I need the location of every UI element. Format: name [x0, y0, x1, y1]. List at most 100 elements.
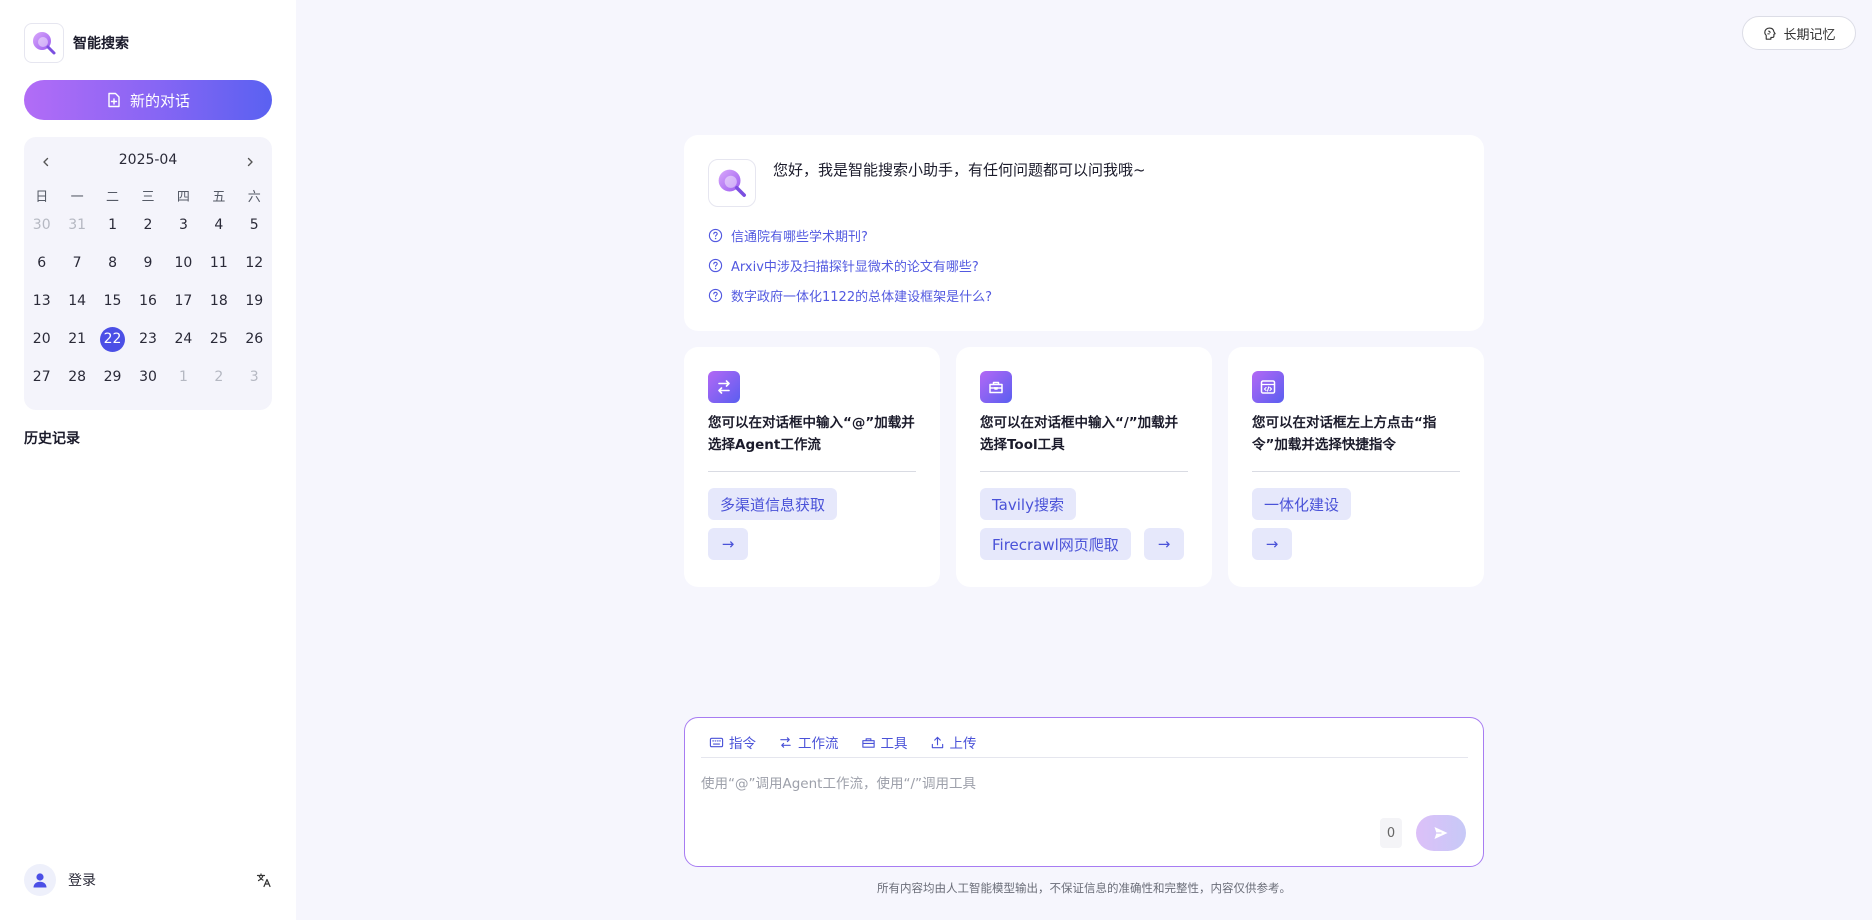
calendar-day[interactable]: 8 — [95, 244, 130, 282]
agent-chip[interactable]: 多渠道信息获取 — [708, 488, 838, 520]
calendar-day[interactable]: 25 — [201, 320, 236, 358]
user-row[interactable]: 登录 — [24, 864, 96, 896]
calendar-day-number: 16 — [139, 293, 157, 309]
divider — [1252, 471, 1460, 472]
calendar-day[interactable]: 21 — [59, 320, 94, 358]
next-month-button[interactable] — [239, 151, 261, 173]
calendar-day[interactable]: 14 — [59, 282, 94, 320]
weekday-label: 五 — [212, 189, 226, 205]
disclaimer: 所有内容均由人工智能模型输出，不保证信息的准确性和完整性，内容仅供参考。 — [877, 881, 1291, 895]
calendar-day-number: 29 — [103, 369, 122, 385]
divider — [701, 757, 1468, 758]
prev-month-button[interactable] — [35, 151, 57, 173]
upload-icon — [931, 736, 943, 748]
calendar-day-number: 22 — [100, 326, 126, 352]
command-chip[interactable]: 一体化建设 — [1252, 488, 1352, 520]
feature-description: 您可以在对话框中输入“@”加载并选择Agent工作流 — [708, 415, 915, 453]
weekday-label: 四 — [176, 189, 190, 205]
history-title: 历史记录 — [24, 431, 80, 447]
calendar-day-number: 4 — [214, 217, 224, 233]
new-chat-button[interactable]: 新的对话 — [24, 80, 272, 120]
divider — [708, 471, 916, 472]
calendar-day[interactable]: 20 — [24, 320, 59, 358]
feature-description: 您可以在对话框左上方点击“指令”加载并选择快捷指令 — [1252, 415, 1437, 453]
calendar-day-number: 27 — [32, 369, 51, 385]
long-term-memory-button[interactable]: 长期记忆 — [1742, 16, 1856, 50]
language-button[interactable] — [254, 870, 274, 890]
calendar-day[interactable]: 26 — [237, 320, 272, 358]
calendar-day[interactable]: 29 — [95, 358, 130, 396]
calendar-day-number: 30 — [32, 217, 51, 233]
suggested-question[interactable]: 数字政府一体化1122的总体建设框架是什么? — [708, 285, 992, 305]
new-chat-label: 新的对话 — [129, 91, 190, 110]
calendar-day[interactable]: 3 — [237, 358, 272, 396]
keyboard-icon — [709, 737, 724, 747]
calendar-day[interactable]: 7 — [59, 244, 94, 282]
calendar-day[interactable]: 15 — [95, 282, 130, 320]
assistant-avatar — [708, 159, 756, 207]
calendar-day[interactable]: 24 — [166, 320, 201, 358]
more-arrow-button[interactable]: → — [1252, 528, 1292, 560]
calendar-header: 2025-04 — [24, 151, 272, 173]
calendar-day-number: 8 — [108, 255, 118, 271]
welcome-card: 您好，我是智能搜索小助手，有任何问题都可以问我哦~ 信通院有哪些学术期刊? Ar… — [684, 135, 1484, 331]
calendar-day[interactable]: 2 — [130, 206, 165, 244]
suggested-question[interactable]: 信通院有哪些学术期刊? — [708, 225, 868, 245]
feature-card-command: 您可以在对话框左上方点击“指令”加载并选择快捷指令 一体化建设 → — [1228, 347, 1484, 587]
calendar-day[interactable]: 13 — [24, 282, 59, 320]
calendar-day-number: 20 — [32, 331, 51, 347]
calendar-day[interactable]: 16 — [130, 282, 165, 320]
calendar-day[interactable]: 27 — [24, 358, 59, 396]
chevron-right-icon — [247, 157, 253, 167]
tools-tool-button[interactable]: 工具 — [861, 732, 908, 752]
calendar-day[interactable]: 1 — [95, 206, 130, 244]
calendar-day[interactable]: 4 — [201, 206, 236, 244]
tool-chip[interactable]: Tavily搜索 — [980, 488, 1076, 520]
calendar-day-number: 1 — [108, 217, 118, 233]
calendar-month-title: 2025-04 — [118, 152, 178, 168]
send-button[interactable] — [1416, 815, 1466, 851]
calendar-day[interactable]: 30 — [130, 358, 165, 396]
calendar-day[interactable]: 30 — [24, 206, 59, 244]
brain-icon — [1764, 27, 1777, 40]
chevron-left-icon — [43, 157, 49, 167]
calendar-day[interactable]: 2 — [201, 358, 236, 396]
upload-tool-button[interactable]: 上传 — [930, 732, 977, 752]
suggested-question-text: Arxiv中涉及扫描探针显微术的论文有哪些? — [731, 259, 979, 275]
calendar-day[interactable]: 12 — [237, 244, 272, 282]
calendar-day[interactable]: 18 — [201, 282, 236, 320]
calendar-day-number: 30 — [139, 369, 157, 385]
feature-description: 您可以在对话框中输入“/”加载并选择Tool工具 — [980, 415, 1179, 453]
avatar[interactable] — [24, 864, 56, 896]
tool-chip[interactable]: Firecrawl网页爬取 — [980, 528, 1131, 560]
calendar-day[interactable]: 11 — [201, 244, 236, 282]
calendar-day[interactable]: 1 — [166, 358, 201, 396]
calendar-day[interactable]: 17 — [166, 282, 201, 320]
translate-icon — [256, 873, 271, 888]
more-arrow-button[interactable]: → — [1144, 528, 1184, 560]
suggested-question[interactable]: Arxiv中涉及扫描探针显微术的论文有哪些? — [708, 255, 979, 275]
calendar-day[interactable]: 6 — [24, 244, 59, 282]
calendar-day[interactable]: 3 — [166, 206, 201, 244]
calendar-day[interactable]: 9 — [130, 244, 165, 282]
calendar-day[interactable]: 10 — [166, 244, 201, 282]
command-tool-button[interactable]: 指令 — [709, 732, 756, 752]
calendar-day-number: 1 — [178, 369, 188, 385]
calendar-day[interactable]: 23 — [130, 320, 165, 358]
send-icon — [1434, 827, 1448, 839]
calendar-day[interactable]: 19 — [237, 282, 272, 320]
calendar-day[interactable]: 28 — [59, 358, 94, 396]
workflow-tool-button[interactable]: 工作流 — [778, 732, 839, 752]
message-input[interactable] — [701, 772, 1461, 832]
calendar-day-number: 31 — [68, 217, 87, 233]
question-circle-icon — [708, 288, 723, 302]
more-arrow-button[interactable]: → — [708, 528, 748, 560]
calendar: 2025-04 日一二三四五六 30 31 1 2 3 4 5 6 7 8 9 10 11 12 13 14 15… — [24, 137, 272, 410]
calendar-day[interactable]: 5 — [237, 206, 272, 244]
calendar-day[interactable]: 31 — [59, 206, 94, 244]
login-link[interactable]: 登录 — [68, 870, 96, 890]
memory-label: 长期记忆 — [1783, 27, 1836, 43]
calendar-day-number: 3 — [178, 217, 188, 233]
calendar-day-today[interactable]: 22 — [95, 320, 130, 358]
workflow-icon — [708, 371, 740, 403]
